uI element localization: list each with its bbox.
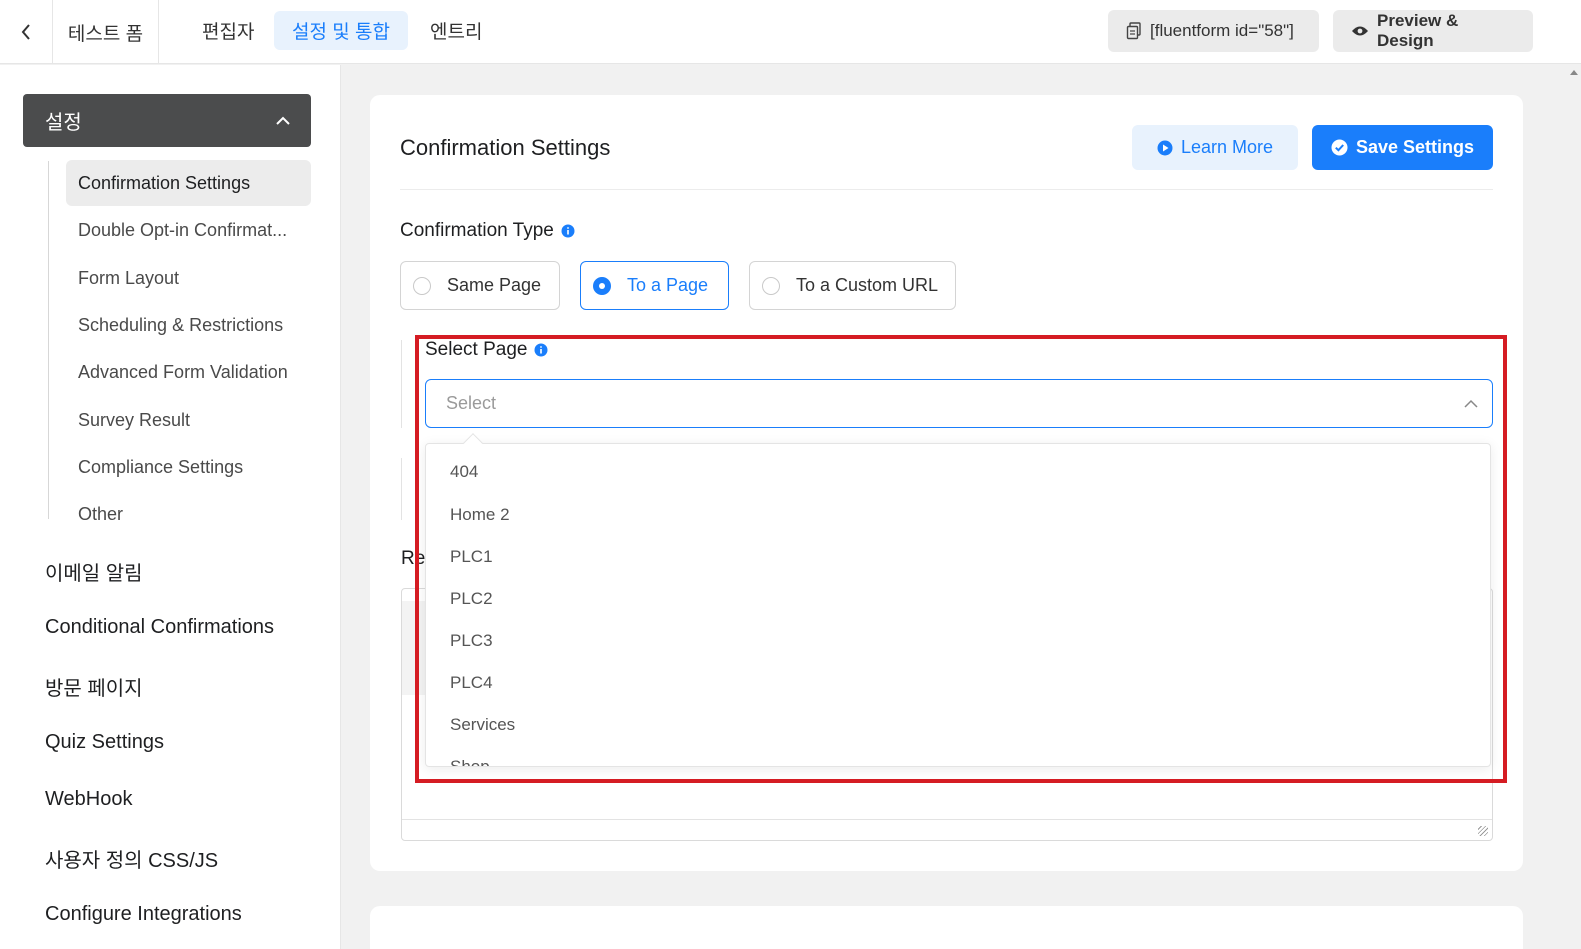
page-title: Confirmation Settings <box>400 135 611 160</box>
copy-icon <box>1126 22 1142 40</box>
editor-status-divider <box>402 819 1492 820</box>
sidebar-item-confirmation-settings[interactable]: Confirmation Settings <box>66 160 311 206</box>
confirmation-type-text: Confirmation Type <box>400 220 554 241</box>
radio-circle <box>413 276 431 295</box>
select-page-label: Select Page <box>425 339 548 361</box>
sidebar-item-quiz-settings[interactable]: Quiz Settings <box>45 731 164 754</box>
form-title[interactable]: 테스트 폼 <box>52 0 159 64</box>
preview-design-button[interactable]: Preview & Design <box>1333 10 1533 52</box>
sidebar-item-survey-result[interactable]: Survey Result <box>66 397 311 443</box>
radio-same-page[interactable]: Same Page <box>400 261 560 310</box>
radio-to-custom-url[interactable]: To a Custom URL <box>749 261 956 310</box>
radio-label: Same Page <box>447 275 542 295</box>
top-bar: 테스트 폼 편집자 설정 및 통합 엔트리 [fluentform id="58… <box>0 0 1581 64</box>
field-group-rule <box>401 458 402 520</box>
option-shop[interactable]: Shop <box>426 746 1490 766</box>
play-icon <box>1157 140 1173 156</box>
confirmation-type-label: Confirmation Type <box>400 220 575 242</box>
select-page-dropdown[interactable]: Select <box>425 379 1493 428</box>
tab-settings-integrations[interactable]: 설정 및 통합 <box>274 11 408 50</box>
chevron-up-icon <box>276 116 290 125</box>
sidebar-item-email-notifications[interactable]: 이메일 알림 <box>45 557 143 586</box>
select-page-text: Select Page <box>425 339 528 360</box>
learn-more-button[interactable]: Learn More <box>1132 125 1298 170</box>
resize-handle-icon[interactable] <box>1478 826 1488 836</box>
sidebar-item-configure-integrations[interactable]: Configure Integrations <box>45 903 242 926</box>
back-button[interactable] <box>0 0 52 64</box>
sidebar-header-label: 설정 <box>45 112 82 134</box>
field-group-rule <box>401 340 402 428</box>
check-circle-icon <box>1331 139 1348 156</box>
sidebar-item-advanced-validation[interactable]: Advanced Form Validation <box>66 349 311 395</box>
sidebar-item-webhook[interactable]: WebHook <box>45 788 132 811</box>
preview-design-label: Preview & Design <box>1377 11 1459 50</box>
tab-entries[interactable]: 엔트리 <box>412 11 500 50</box>
shortcode-button[interactable]: [fluentform id="58"] <box>1108 10 1319 52</box>
sidebar-item-landing-page[interactable]: 방문 페이지 <box>45 672 143 701</box>
sidebar: 설정 Confirmation Settings Double Opt-in C… <box>0 65 341 949</box>
tab-editor[interactable]: 편집자 <box>184 11 272 50</box>
scroll-up-arrow-icon[interactable] <box>1569 68 1579 76</box>
option-plc3[interactable]: PLC3 <box>426 620 1490 662</box>
select-placeholder: Select <box>446 393 497 413</box>
option-plc2[interactable]: PLC2 <box>426 578 1490 620</box>
learn-more-label: Learn More <box>1180 137 1274 157</box>
sidebar-item-other[interactable]: Other <box>66 491 311 537</box>
sidebar-item-scheduling[interactable]: Scheduling & Restrictions <box>66 302 311 348</box>
radio-label: To a Page <box>627 275 709 295</box>
radio-to-a-page[interactable]: To a Page <box>580 261 729 310</box>
sidebar-tree-line <box>48 161 50 519</box>
eye-icon <box>1351 25 1369 37</box>
chevron-left-icon <box>21 24 30 40</box>
radio-circle <box>762 276 780 295</box>
save-settings-label: Save Settings <box>1355 137 1475 157</box>
chevron-up-icon <box>1464 399 1478 408</box>
sidebar-item-conditional-confirmations[interactable]: Conditional Confirmations <box>45 616 274 639</box>
info-icon[interactable] <box>534 343 548 357</box>
option-plc1[interactable]: PLC1 <box>426 536 1490 578</box>
radio-label: To a Custom URL <box>796 275 939 295</box>
option-plc4[interactable]: PLC4 <box>426 662 1490 704</box>
card-divider <box>400 189 1493 190</box>
info-icon[interactable] <box>561 224 575 238</box>
sidebar-settings-header[interactable]: 설정 <box>23 94 311 147</box>
save-settings-button[interactable]: Save Settings <box>1312 125 1493 170</box>
option-404[interactable]: 404 <box>426 451 1490 493</box>
partial-label: Re <box>401 548 426 569</box>
select-page-options: 404 Home 2 PLC1 PLC2 PLC3 PLC4 Services … <box>425 443 1491 767</box>
shortcode-text: [fluentform id="58"] <box>1150 21 1294 40</box>
option-services[interactable]: Services <box>426 704 1490 746</box>
sidebar-item-custom-css-js[interactable]: 사용자 정의 CSS/JS <box>45 844 218 873</box>
secondary-card <box>370 906 1523 949</box>
sidebar-item-compliance[interactable]: Compliance Settings <box>66 444 311 490</box>
option-home-2[interactable]: Home 2 <box>426 494 1490 536</box>
sidebar-item-form-layout[interactable]: Form Layout <box>66 255 311 301</box>
sidebar-item-double-optin[interactable]: Double Opt-in Confirmat... <box>66 207 311 253</box>
radio-circle-checked <box>593 276 611 295</box>
